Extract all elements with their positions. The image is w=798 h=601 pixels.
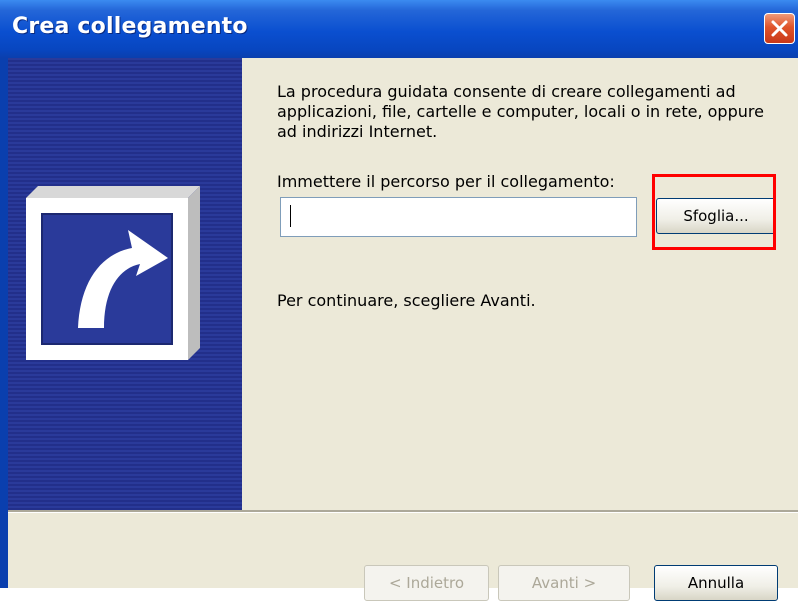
title-bar[interactable]: Crea collegamento: [0, 0, 798, 58]
shortcut-arrow-icon: [26, 186, 200, 360]
wizard-description: La procedura guidata consente di creare …: [277, 82, 777, 142]
path-input[interactable]: [280, 197, 637, 237]
path-label: Immettere il percorso per il collegament…: [277, 172, 615, 191]
next-button[interactable]: Avanti >: [498, 565, 630, 601]
continue-hint: Per continuare, scegliere Avanti.: [277, 291, 536, 310]
browse-button[interactable]: Sfoglia...: [656, 198, 776, 234]
text-caret: [290, 205, 291, 227]
back-button[interactable]: < Indietro: [364, 565, 489, 601]
cancel-button[interactable]: Annulla: [654, 565, 778, 601]
close-icon: [771, 20, 788, 37]
description-text: La procedura guidata consente di creare …: [277, 82, 764, 141]
wizard-sidebar: [8, 58, 242, 510]
window-title: Crea collegamento: [12, 14, 248, 39]
close-button[interactable]: [764, 13, 795, 44]
window-border: [0, 58, 8, 588]
create-shortcut-dialog: Crea collegamento La procedura guidata c…: [0, 0, 798, 601]
